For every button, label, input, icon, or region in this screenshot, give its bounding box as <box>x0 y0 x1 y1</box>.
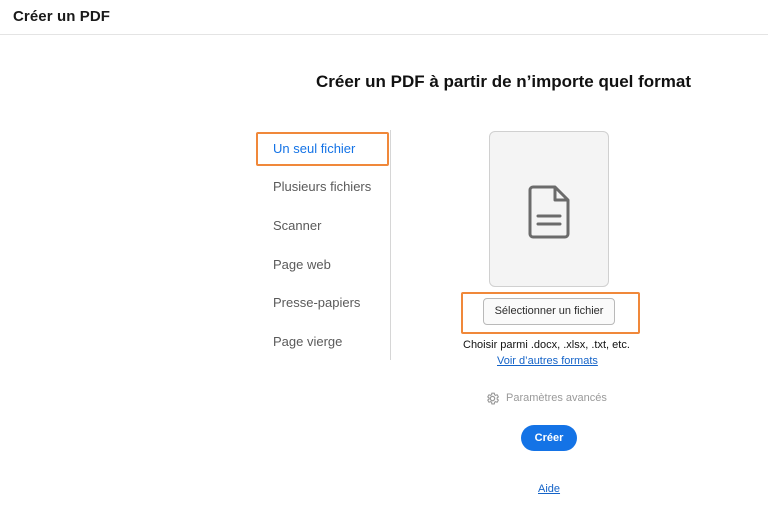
app-title: Créer un PDF <box>13 8 111 25</box>
advanced-settings[interactable]: Paramètres avancés <box>485 390 607 406</box>
select-file-button[interactable]: Sélectionner un fichier <box>483 298 615 325</box>
advanced-settings-label: Paramètres avancés <box>506 392 607 404</box>
document-icon <box>528 185 570 239</box>
page-heading: Créer un PDF à partir de n’importe quel … <box>316 72 692 91</box>
create-button[interactable]: Créer <box>521 425 577 451</box>
sidebar-item-blank-page[interactable]: Page vierge <box>273 334 342 349</box>
help-link[interactable]: Aide <box>538 483 560 495</box>
other-formats-link[interactable]: Voir d’autres formats <box>497 355 598 367</box>
sidebar-item-scanner[interactable]: Scanner <box>273 218 321 233</box>
file-drop-card[interactable] <box>489 131 609 287</box>
top-bar: Créer un PDF <box>0 0 768 35</box>
active-item-highlight <box>256 132 389 166</box>
formats-hint: Choisir parmi .docx, .xlsx, .txt, etc. <box>463 339 630 351</box>
gear-icon <box>487 392 499 404</box>
sidebar-item-web-page[interactable]: Page web <box>273 257 331 272</box>
sidebar-item-clipboard[interactable]: Presse-papiers <box>273 295 360 310</box>
sidebar-item-multiple-files[interactable]: Plusieurs fichiers <box>273 179 371 194</box>
